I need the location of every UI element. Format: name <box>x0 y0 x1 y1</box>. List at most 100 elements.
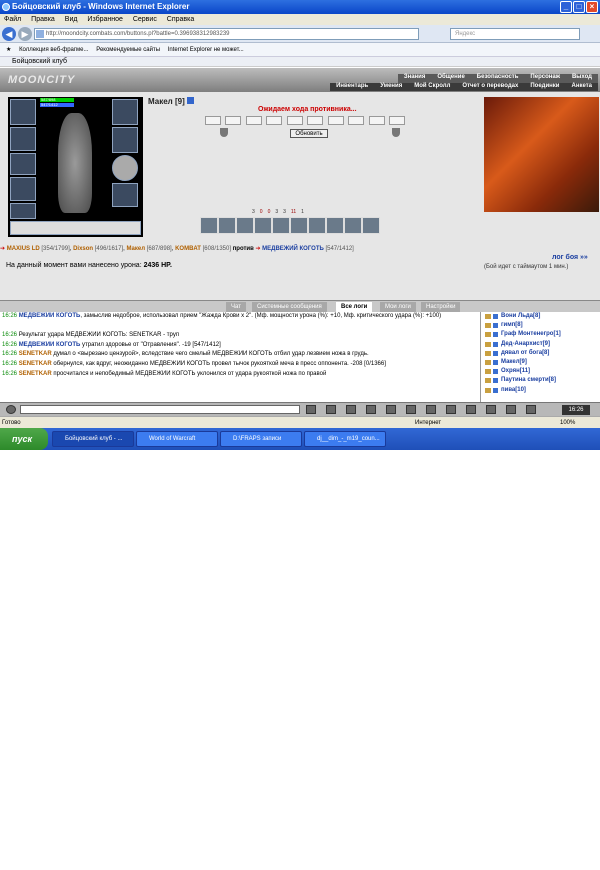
earring-slot[interactable] <box>112 99 138 125</box>
weapon-slot[interactable] <box>10 127 36 151</box>
menu-edit[interactable]: Правка <box>27 14 59 25</box>
smiley-icon[interactable] <box>6 405 16 414</box>
toolbar-icon[interactable] <box>506 405 516 414</box>
taskbar-item[interactable]: World of Warcraft <box>136 431 218 447</box>
minimize-button[interactable]: _ <box>560 1 572 13</box>
nav-skills[interactable]: Умения <box>374 83 408 91</box>
toolbar-icon[interactable] <box>426 405 436 414</box>
skill-icon[interactable] <box>308 217 326 234</box>
user-item[interactable]: дявал от бога[8] <box>481 349 600 358</box>
favorites-star-icon[interactable]: ★ <box>6 43 11 57</box>
fighter-name[interactable]: Макел <box>126 246 145 252</box>
attack-zone[interactable] <box>286 116 303 125</box>
tab-settings[interactable]: Настройки <box>421 302 461 312</box>
battle-log-link[interactable]: лог боя »» <box>552 254 588 261</box>
nav-inventory[interactable]: Инвентарь <box>330 83 374 91</box>
menu-favorites[interactable]: Избранное <box>83 14 126 25</box>
fighter-name[interactable]: MAXIUS LD <box>7 246 40 252</box>
nav-transfers[interactable]: Отчет о переводах <box>456 83 524 91</box>
menu-help[interactable]: Справка <box>163 14 198 25</box>
user-item[interactable]: Охрян[11] <box>481 367 600 376</box>
favorite-item[interactable]: Рекомендуемые сайты <box>96 43 160 57</box>
toolbar-icon[interactable] <box>386 405 396 414</box>
ring-slot[interactable] <box>112 127 138 153</box>
close-button[interactable]: × <box>586 1 598 13</box>
skill-icon[interactable] <box>362 217 380 234</box>
skill-icon[interactable] <box>326 217 344 234</box>
back-button[interactable]: ◀ <box>2 27 16 41</box>
skill-icon[interactable] <box>290 217 308 234</box>
nav-knowledge[interactable]: Знания <box>398 74 432 83</box>
skill-icon[interactable] <box>218 217 236 234</box>
menu-view[interactable]: Вид <box>61 14 82 25</box>
toolbar-icon[interactable] <box>466 405 476 414</box>
fighter-name[interactable]: Dixson <box>73 246 93 252</box>
menu-file[interactable]: Файл <box>0 14 25 25</box>
tab-system[interactable]: Системные сообщения <box>252 302 327 312</box>
attack-zone[interactable] <box>348 116 365 125</box>
nav-profile[interactable]: Анкета <box>566 83 599 91</box>
send-button[interactable] <box>306 405 316 414</box>
nav-character[interactable]: Персонаж <box>524 74 566 83</box>
user-item[interactable]: Граф Монтенегро[1] <box>481 330 600 339</box>
forward-button[interactable]: ▶ <box>18 27 32 41</box>
skill-icon[interactable] <box>344 217 362 234</box>
nav-battles[interactable]: Поединки <box>524 83 565 91</box>
user-item[interactable]: Вони Льда[8] <box>481 312 600 321</box>
belt-slot[interactable] <box>10 203 36 219</box>
search-input[interactable]: Яндекс <box>450 28 580 40</box>
fighter-name[interactable]: МЕДВЕЖИЙ КОГОТЬ <box>262 246 324 252</box>
skill-icon[interactable] <box>236 217 254 234</box>
address-bar[interactable]: http://moondcity.combats.com/buttons.pl?… <box>34 28 419 40</box>
armor-slot[interactable] <box>10 153 36 175</box>
nav-scroll[interactable]: Мой Скролл <box>408 83 456 91</box>
taskbar-item[interactable]: dj__dim_-_m19_coun... <box>304 431 386 447</box>
toolbar-icon[interactable] <box>486 405 496 414</box>
user-item[interactable]: Дед-Анархист[9] <box>481 340 600 349</box>
toolbar-icon[interactable] <box>406 405 416 414</box>
toolbar-icon[interactable] <box>446 405 456 414</box>
taskbar-item[interactable]: D:\FRAPS записи <box>220 431 302 447</box>
page-tab[interactable]: Бойцовский клуб <box>0 57 600 67</box>
attack-zone[interactable] <box>388 116 405 125</box>
nav-security[interactable]: Безопасность <box>471 74 525 83</box>
user-item[interactable]: Паутина смерти[8] <box>481 376 600 385</box>
toolbar-icon[interactable] <box>366 405 376 414</box>
nav-exit[interactable]: Выход <box>566 74 598 83</box>
attack-zone[interactable] <box>368 116 385 125</box>
info-icon[interactable] <box>186 97 194 104</box>
attack-zone[interactable] <box>225 116 242 125</box>
skill-icon[interactable] <box>254 217 272 234</box>
quick-slots[interactable] <box>10 221 141 235</box>
attack-zone[interactable] <box>307 116 324 125</box>
taskbar-item[interactable]: Бойцовский клуб - ... <box>52 431 134 447</box>
boots-slot[interactable] <box>112 183 138 207</box>
start-button[interactable]: пуск <box>0 428 48 450</box>
menu-tools[interactable]: Сервис <box>129 14 161 25</box>
attack-zone[interactable] <box>245 116 262 125</box>
shield-slot[interactable] <box>112 155 138 181</box>
favorite-item[interactable]: Internet Explorer не может... <box>168 43 244 57</box>
toolbar-icon[interactable] <box>346 405 356 414</box>
attack-zone[interactable] <box>266 116 283 125</box>
attack-zone[interactable] <box>205 116 221 125</box>
toolbar-icon[interactable] <box>526 405 536 414</box>
skill-icon[interactable] <box>272 217 290 234</box>
attack-zone[interactable] <box>327 116 344 125</box>
refresh-button[interactable]: Обновить <box>290 129 328 138</box>
gloves-slot[interactable] <box>10 177 36 201</box>
favorite-item[interactable]: Коллекция веб-фрагме... <box>19 43 88 57</box>
nav-social[interactable]: Общение <box>431 74 470 83</box>
user-item[interactable]: гимп[8] <box>481 321 600 330</box>
maximize-button[interactable]: □ <box>573 1 585 13</box>
tab-chat[interactable]: Чат <box>226 302 246 312</box>
tab-all-logs[interactable]: Все логи <box>336 302 373 312</box>
skill-icon[interactable] <box>200 217 218 234</box>
toolbar-icon[interactable] <box>326 405 336 414</box>
user-item[interactable]: пива[10] <box>481 386 600 395</box>
tab-my-logs[interactable]: Мои логи <box>380 302 416 312</box>
fighter-name[interactable]: KOMBAT <box>175 246 201 252</box>
user-item[interactable]: Макел[9] <box>481 358 600 367</box>
chat-input[interactable] <box>20 405 300 414</box>
helmet-slot[interactable] <box>10 99 36 125</box>
